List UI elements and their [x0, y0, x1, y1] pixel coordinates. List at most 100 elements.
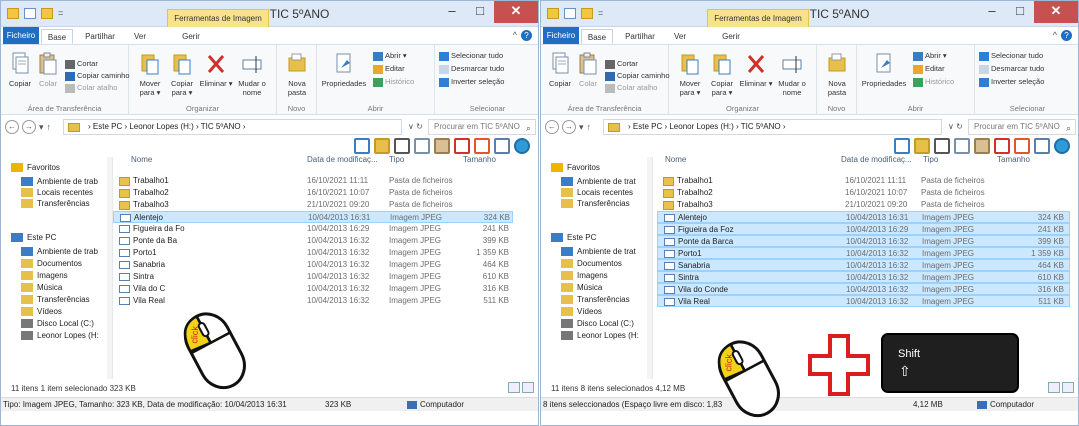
paste-shortcut-button[interactable]: Colar atalho: [605, 83, 657, 93]
sidebar-item[interactable]: Este PC: [551, 232, 596, 243]
sidebar-item[interactable]: Leonor Lopes (H:: [21, 330, 99, 341]
select-none-button[interactable]: Desmarcar tudo: [439, 64, 504, 74]
invert-selection-button[interactable]: Inverter seleção: [439, 77, 504, 87]
column-date[interactable]: Data de modificaç...: [307, 155, 378, 169]
sidebar-item[interactable]: Transferências: [561, 198, 630, 209]
rename-icon[interactable]: [494, 138, 510, 154]
world-icon[interactable]: [1054, 138, 1070, 154]
search-icon[interactable]: ⌕: [1066, 121, 1071, 135]
tab-home[interactable]: Base: [581, 29, 613, 44]
file-row[interactable]: Trabalho3 21/10/2021 09:20 Pasta de fichei…: [113, 199, 513, 211]
address-dropdown-refresh[interactable]: ∨ ↻: [948, 122, 963, 131]
file-row[interactable]: Vila do C 10/04/2013 16:32 Imagem JPEG 316 …: [113, 283, 513, 295]
file-row[interactable]: Trabalho2 16/10/2021 10:07 Pasta de fichei…: [657, 187, 1070, 199]
file-row[interactable]: Sintra 10/04/2013 16:32 Imagem JPEG 610 KB: [657, 271, 1070, 283]
column-type[interactable]: Tipo: [389, 155, 404, 169]
sidebar-item[interactable]: Disco Local (C:): [21, 318, 94, 329]
minimize-ribbon-icon[interactable]: ^: [1053, 30, 1057, 40]
sidebar-item[interactable]: Ambiente de trab: [21, 176, 98, 187]
column-type[interactable]: Tipo: [923, 155, 938, 169]
sidebar-item[interactable]: Vídeos: [21, 306, 62, 317]
invert-selection-button[interactable]: Inverter seleção: [979, 77, 1044, 87]
paste-button[interactable]: Colar: [575, 51, 601, 88]
rename-button[interactable]: Mudar o nome: [775, 51, 809, 97]
rename-button[interactable]: Mudar o nome: [235, 51, 269, 97]
sidebar-item[interactable]: Favoritos: [551, 162, 600, 173]
sidebar-item[interactable]: Este PC: [11, 232, 56, 243]
new-folder-button[interactable]: Nova pasta: [821, 51, 853, 97]
sidebar-item[interactable]: Locais recentes: [21, 187, 93, 198]
tab-file[interactable]: Ficheiro: [543, 27, 579, 44]
details-view-button[interactable]: [508, 382, 520, 393]
cut-icon[interactable]: [394, 138, 410, 154]
up-button[interactable]: ↑: [47, 122, 52, 132]
help-icon[interactable]: ?: [1061, 30, 1072, 41]
back-button[interactable]: ←: [5, 120, 19, 134]
tab-view[interactable]: Ver: [669, 29, 691, 44]
file-row[interactable]: Sanabria 10/04/2013 16:32 Imagem JPEG 464 K…: [113, 259, 513, 271]
open-button[interactable]: Abrir ▾: [373, 51, 407, 61]
tab-manage[interactable]: Gerir: [171, 29, 211, 44]
minimize-ribbon-icon[interactable]: ^: [513, 30, 517, 40]
properties-icon[interactable]: [374, 138, 390, 154]
sidebar-item[interactable]: Disco Local (C:): [561, 318, 634, 329]
file-row[interactable]: Vila do Conde 10/04/2013 16:32 Imagem JPEG…: [657, 283, 1070, 295]
sidebar-item[interactable]: Música: [561, 282, 602, 293]
file-row[interactable]: Vila Real 10/04/2013 16:32 Imagem JPEG 511 …: [113, 295, 513, 307]
paste-shortcut-button[interactable]: Colar atalho: [65, 83, 117, 93]
sidebar-scrollbar[interactable]: [647, 157, 652, 379]
sidebar-item[interactable]: Transferências: [561, 294, 630, 305]
properties-button[interactable]: Propriedades: [859, 51, 909, 88]
help-icon[interactable]: ?: [521, 30, 532, 41]
column-name[interactable]: Nome: [665, 155, 686, 169]
select-all-button[interactable]: Selecionar tudo: [979, 51, 1043, 61]
check-icon[interactable]: [1014, 138, 1030, 154]
search-icon[interactable]: ⌕: [526, 121, 531, 135]
copy-icon[interactable]: [414, 138, 430, 154]
file-row[interactable]: Vila Real 10/04/2013 16:32 Imagem JPEG 511 …: [657, 295, 1070, 307]
address-dropdown-refresh[interactable]: ∨ ↻: [408, 122, 423, 131]
sidebar-item[interactable]: Música: [21, 282, 62, 293]
column-size[interactable]: Tamanho: [997, 155, 1030, 169]
file-row[interactable]: Alentejo 10/04/2013 16:31 Imagem JPEG 324 K…: [657, 211, 1070, 223]
sidebar-item[interactable]: Ambiente de trat: [561, 246, 636, 257]
new-folder-button[interactable]: Nova pasta: [281, 51, 313, 97]
file-row[interactable]: Ponte da Barca 10/04/2013 16:32 Imagem JPE…: [657, 235, 1070, 247]
address-path[interactable]: › Este PC › Leonor Lopes (H:) › TIC 5ºAN…: [63, 119, 402, 135]
open-button[interactable]: Abrir ▾: [913, 51, 947, 61]
file-row[interactable]: Ponte da Ba 10/04/2013 16:32 Imagem JPEG 39…: [113, 235, 513, 247]
column-date[interactable]: Data de modificaç...: [841, 155, 912, 169]
move-to-button[interactable]: Mover para ▾: [133, 51, 167, 97]
forward-button[interactable]: →: [562, 120, 576, 134]
file-row[interactable]: Trabalho1 16/10/2021 11:11 Pasta de fichei…: [113, 175, 513, 187]
minimize-button[interactable]: –: [978, 1, 1006, 23]
file-row[interactable]: Sanabria 10/04/2013 16:32 Imagem JPEG 464 K…: [657, 259, 1070, 271]
column-name[interactable]: Nome: [131, 155, 152, 169]
file-row[interactable]: Figueira da Fo 10/04/2013 16:29 Imagem JPE…: [113, 223, 513, 235]
recent-locations-button[interactable]: ▾: [39, 122, 44, 133]
search-input[interactable]: Procurar em TIC 5ºANO ⌕: [968, 119, 1076, 135]
delete-icon[interactable]: [454, 138, 470, 154]
large-icons-view-button[interactable]: [1062, 382, 1074, 393]
check-icon[interactable]: [474, 138, 490, 154]
properties-button[interactable]: Propriedades: [319, 51, 369, 88]
address-path[interactable]: › Este PC › Leonor Lopes (H:) › TIC 5ºAN…: [603, 119, 942, 135]
view-icon[interactable]: [354, 138, 370, 154]
delete-button[interactable]: Eliminar ▾: [739, 51, 773, 88]
sidebar-item[interactable]: Ambiente de trat: [561, 176, 636, 187]
copy-to-button[interactable]: Copiar para ▾: [705, 51, 739, 97]
delete-icon[interactable]: [994, 138, 1010, 154]
copy-button[interactable]: Copiar: [7, 51, 33, 88]
file-row[interactable]: Trabalho3 21/10/2021 09:20 Pasta de fichei…: [657, 199, 1070, 211]
view-icon[interactable]: [894, 138, 910, 154]
close-button[interactable]: ✕: [494, 1, 538, 23]
delete-button[interactable]: Eliminar ▾: [199, 51, 233, 88]
column-size[interactable]: Tamanho: [463, 155, 496, 169]
sidebar-item[interactable]: Vídeos: [561, 306, 602, 317]
cut-button[interactable]: Cortar: [65, 59, 98, 69]
move-to-button[interactable]: Mover para ▾: [673, 51, 707, 97]
search-input[interactable]: Procurar em TIC 5ºANO ⌕: [428, 119, 536, 135]
edit-button[interactable]: Editar: [913, 64, 945, 74]
properties-icon[interactable]: [914, 138, 930, 154]
up-button[interactable]: ↑: [587, 122, 592, 132]
